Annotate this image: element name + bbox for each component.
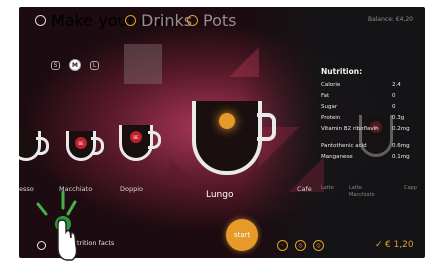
preview-placeholder (124, 44, 162, 84)
coffee-machine-screen: Make your own Drinks Pots Balance: €4,20… (19, 7, 425, 258)
size-selector: S M L (51, 59, 99, 71)
balance-display: Balance: €4,20 (367, 16, 413, 23)
nutrition-row: Protein 0.3g (321, 115, 405, 121)
nutrition-row: Fat 0 (321, 93, 396, 99)
cup-handle (36, 137, 49, 155)
nutrition-row: Manganese 0.1mg (321, 154, 410, 160)
drink-icon (125, 15, 136, 26)
drinks-tab[interactable]: Drinks (125, 11, 192, 30)
drink-name-doppio: Doppio (120, 185, 144, 193)
size-medium[interactable]: M (69, 59, 81, 71)
doppio-cup[interactable]: BE (119, 125, 161, 161)
nutrition-row: Sugar 0 (321, 104, 396, 110)
check-icon: ✓ (375, 240, 383, 250)
cup-handle (148, 131, 161, 149)
nutrition-title: Nutrition: (321, 67, 363, 76)
drinks-label: Drinks (141, 11, 193, 30)
nutrition-row: Pantothenic acid 0.6mg (321, 143, 410, 149)
drink-name-lungo: Lungo (206, 190, 234, 200)
size-small[interactable]: S (51, 60, 60, 70)
nutrition-panel: Nutrition: Calorie 2.4 Fat 0 Sugar 0 Protei… (312, 67, 425, 197)
espresso-cup[interactable] (19, 131, 49, 161)
cup-icon (35, 15, 46, 26)
strength-icon[interactable]: ◦ (277, 240, 288, 251)
pot-icon (187, 15, 198, 26)
no-sugar-icon[interactable]: ⦸ (313, 240, 324, 251)
brand-logo-icon: BE (130, 131, 142, 143)
brand-logo-icon: BE (75, 137, 87, 149)
selected-brand-logo-icon (219, 113, 235, 129)
price-display: € 1,20 (385, 240, 414, 250)
cup-handle (257, 113, 276, 141)
tap-gesture-icon (36, 190, 78, 261)
macchiato-cup[interactable]: BE (66, 131, 104, 161)
drink-name-cafe: Cafe (297, 185, 312, 193)
background-triangle (169, 157, 199, 187)
size-large[interactable]: L (90, 60, 99, 70)
pots-label: Pots (203, 11, 237, 30)
lungo-cup[interactable] (192, 101, 276, 175)
cup-handle (91, 137, 104, 155)
no-milk-icon[interactable]: ⦸ (295, 240, 306, 251)
nutrition-row: Calorie 2.4 (321, 82, 401, 88)
pots-tab[interactable]: Pots (187, 11, 236, 30)
start-button[interactable]: start (226, 219, 258, 251)
nutrition-row: Vitamin B2 riboflavin 0.2mg (321, 126, 410, 132)
background-triangle (229, 47, 259, 77)
